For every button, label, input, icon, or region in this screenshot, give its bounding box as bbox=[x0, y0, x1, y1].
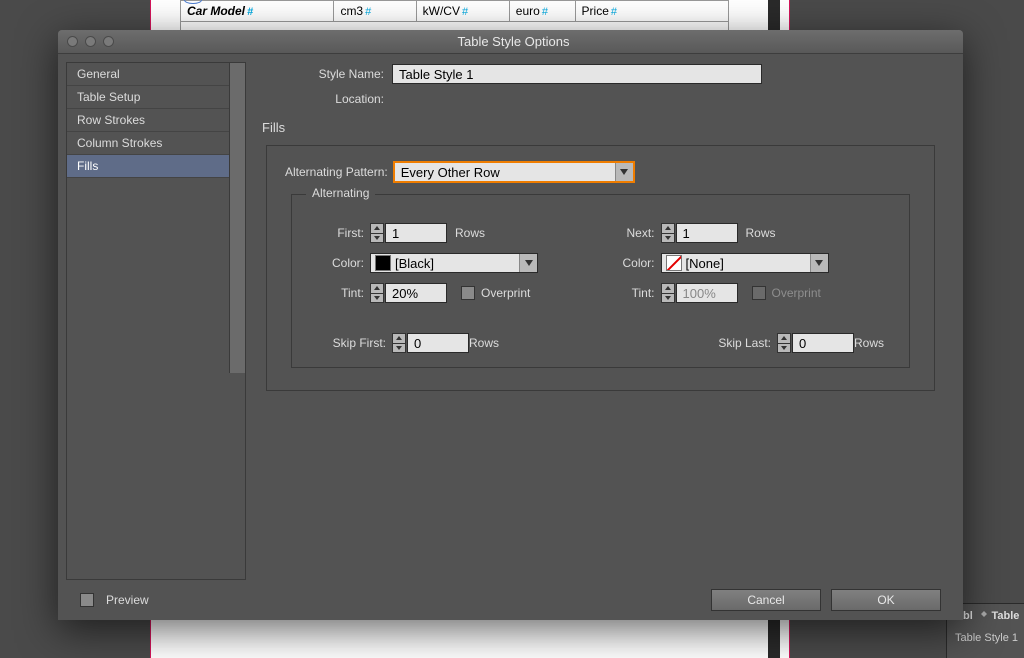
alternating-pattern-dropdown[interactable]: Every Other Row bbox=[394, 162, 634, 182]
sidebar-item-table-setup[interactable]: Table Setup bbox=[67, 86, 245, 109]
preview-label: Preview bbox=[106, 593, 149, 607]
first-overprint-checkbox[interactable] bbox=[461, 286, 475, 300]
category-sidebar: General Table Setup Row Strokes Column S… bbox=[66, 62, 246, 580]
style-name-label: Style Name: bbox=[262, 67, 392, 81]
chevron-down-icon bbox=[615, 163, 633, 181]
first-label: First: bbox=[310, 226, 370, 240]
rows-suffix: Rows bbox=[469, 336, 499, 350]
style-name-input[interactable] bbox=[392, 64, 762, 84]
fills-panel: Style Name: Location: Fills Alternating … bbox=[246, 54, 963, 580]
next-stepper[interactable] bbox=[661, 223, 675, 243]
none-swatch-icon bbox=[666, 255, 682, 271]
sidebar-scrollbar[interactable] bbox=[229, 63, 245, 373]
next-tint-input[interactable] bbox=[676, 283, 738, 303]
skip-first-stepper[interactable] bbox=[392, 333, 406, 353]
fills-group: Alternating Pattern: Every Other Row Alt… bbox=[266, 145, 935, 391]
preview-checkbox[interactable] bbox=[80, 593, 94, 607]
skip-last-input[interactable] bbox=[792, 333, 854, 353]
chevron-down-icon bbox=[810, 254, 828, 272]
panel-style-item: Table Style 1 bbox=[951, 632, 1020, 644]
first-overprint-label: Overprint bbox=[481, 286, 530, 300]
alternating-group: Alternating First: bbox=[291, 194, 910, 368]
rows-suffix: Rows bbox=[455, 226, 485, 240]
skip-last-stepper[interactable] bbox=[777, 333, 791, 353]
sidebar-item-general[interactable]: General bbox=[67, 63, 245, 86]
window-close-icon[interactable] bbox=[67, 36, 78, 47]
window-zoom-icon[interactable] bbox=[103, 36, 114, 47]
dialog-footer: Preview Cancel OK bbox=[58, 580, 963, 620]
window-minimize-icon[interactable] bbox=[85, 36, 96, 47]
alternating-group-title: Alternating bbox=[306, 186, 375, 200]
next-rows-input[interactable] bbox=[676, 223, 738, 243]
sidebar-item-fills[interactable]: Fills bbox=[67, 155, 245, 178]
cancel-button[interactable]: Cancel bbox=[711, 589, 821, 611]
next-label: Next: bbox=[601, 226, 661, 240]
next-tint-stepper[interactable] bbox=[661, 283, 675, 303]
sidebar-item-row-strokes[interactable]: Row Strokes bbox=[67, 109, 245, 132]
panel-tab: Table bbox=[991, 610, 1019, 622]
first-tint-label: Tint: bbox=[310, 286, 370, 300]
skip-first-label: Skip First: bbox=[310, 336, 392, 350]
rows-suffix: Rows bbox=[746, 226, 776, 240]
first-color-dropdown[interactable]: [Black] bbox=[370, 253, 538, 273]
skip-last-label: Skip Last: bbox=[695, 336, 777, 350]
dialog-title: Table Style Options bbox=[114, 34, 913, 49]
first-stepper[interactable] bbox=[370, 223, 384, 243]
table-style-options-dialog: Table Style Options General Table Setup … bbox=[58, 30, 963, 620]
next-tint-label: Tint: bbox=[601, 286, 661, 300]
black-swatch-icon bbox=[375, 255, 391, 271]
first-color-label: Color: bbox=[310, 256, 370, 270]
rows-suffix: Rows bbox=[854, 336, 884, 350]
next-overprint-label: Overprint bbox=[772, 286, 821, 300]
first-tint-stepper[interactable] bbox=[370, 283, 384, 303]
location-label: Location: bbox=[262, 92, 392, 106]
ok-button[interactable]: OK bbox=[831, 589, 941, 611]
first-rows-input[interactable] bbox=[385, 223, 447, 243]
fills-section-title: Fills bbox=[262, 120, 939, 135]
next-overprint-checkbox bbox=[752, 286, 766, 300]
next-color-label: Color: bbox=[601, 256, 661, 270]
alternating-pattern-label: Alternating Pattern: bbox=[285, 165, 388, 179]
chevron-down-icon bbox=[519, 254, 537, 272]
dialog-titlebar[interactable]: Table Style Options bbox=[58, 30, 963, 54]
skip-first-input[interactable] bbox=[407, 333, 469, 353]
first-tint-input[interactable] bbox=[385, 283, 447, 303]
next-color-dropdown[interactable]: [None] bbox=[661, 253, 829, 273]
sidebar-item-column-strokes[interactable]: Column Strokes bbox=[67, 132, 245, 155]
